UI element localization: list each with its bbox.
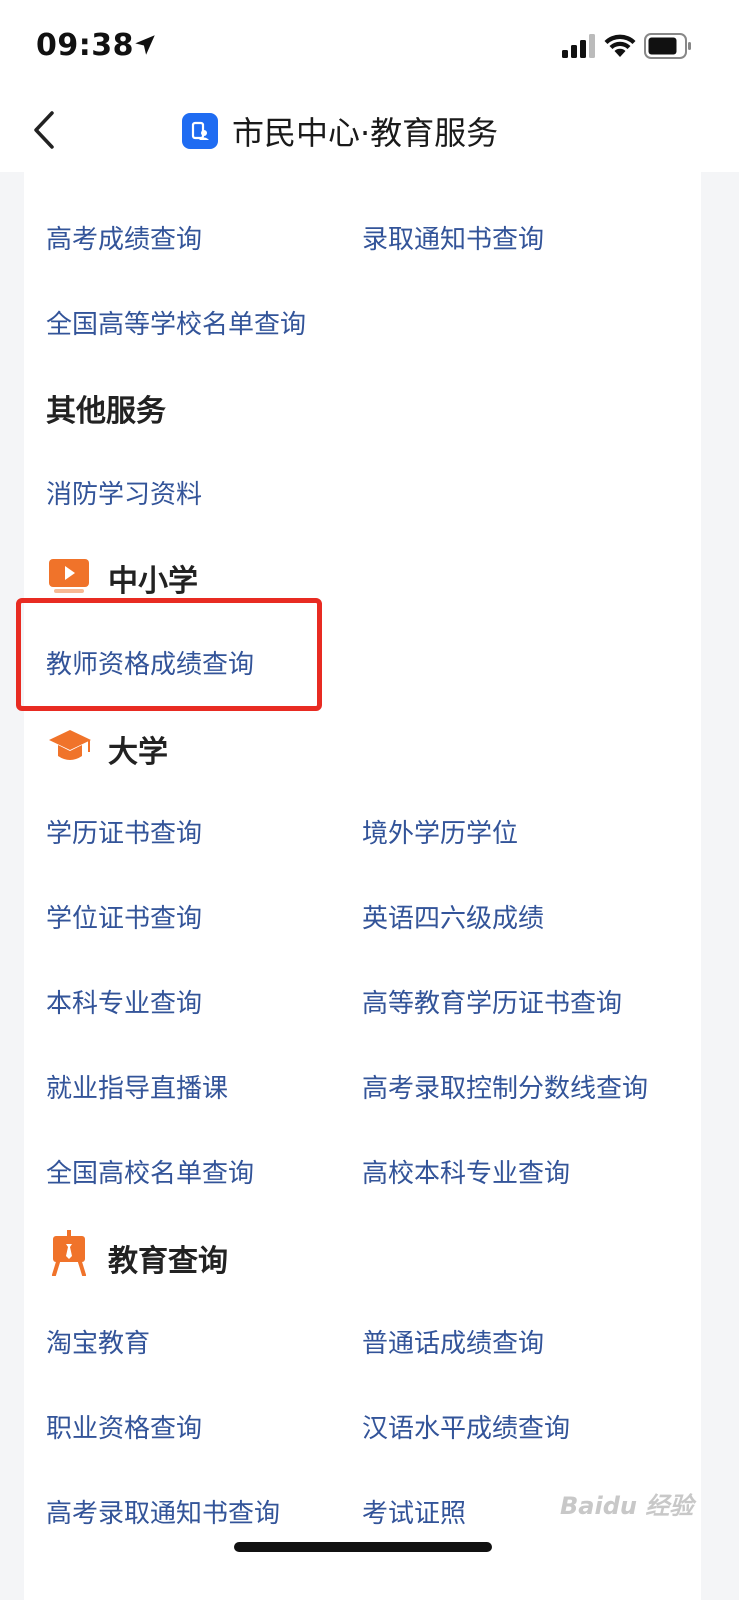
service-link[interactable]: 英语四六级成绩 [362, 898, 544, 935]
service-link[interactable]: 高考录取控制分数线查询 [362, 1068, 648, 1105]
chevron-left-icon [34, 111, 54, 149]
cellular-signal-icon [562, 34, 595, 58]
service-link[interactable]: 学历证书查询 [46, 813, 202, 850]
service-link[interactable]: 高校本科专业查询 [362, 1153, 570, 1190]
video-lesson-icon [49, 559, 89, 593]
service-link[interactable]: 淘宝教育 [46, 1323, 150, 1360]
section-heading-other-services: 其他服务 [46, 394, 166, 429]
citizen-center-app-icon [182, 113, 218, 149]
service-link[interactable]: 普通话成绩查询 [362, 1323, 544, 1360]
service-link[interactable]: 消防学习资料 [46, 474, 202, 511]
page-title: 市民中心·教育服务 [232, 114, 499, 152]
service-link[interactable]: 高等教育学历证书查询 [362, 983, 622, 1020]
location-arrow-icon [135, 35, 155, 55]
service-link[interactable]: 高考录取通知书查询 [46, 1493, 280, 1530]
graduation-cap-icon [49, 730, 91, 760]
section-heading-university: 大学 [108, 735, 168, 770]
services-card: 高考成绩查询 录取通知书查询 全国高等学校名单查询 其他服务 消防学习资料 中小… [24, 172, 701, 1600]
nav-title-group: 市民中心·教育服务 [182, 106, 498, 156]
certificate-board-icon [52, 1230, 86, 1276]
service-link[interactable]: 学位证书查询 [46, 898, 202, 935]
battery-icon [644, 33, 691, 59]
service-link[interactable]: 境外学历学位 [362, 813, 518, 850]
status-time: 09:38 [36, 28, 134, 63]
navigation-bar: 市民中心·教育服务 [0, 90, 739, 172]
section-heading-middle-school: 中小学 [108, 564, 198, 599]
section-heading-education-query: 教育查询 [108, 1244, 228, 1279]
service-link[interactable]: 全国高等学校名单查询 [46, 304, 306, 341]
service-link[interactable]: 汉语水平成绩查询 [362, 1408, 570, 1445]
status-bar: 09:38 [0, 0, 739, 90]
service-link[interactable]: 就业指导直播课 [46, 1068, 228, 1105]
service-link[interactable]: 全国高校名单查询 [46, 1153, 254, 1190]
highlight-annotation-box [16, 598, 322, 711]
back-button[interactable] [22, 104, 66, 156]
service-link[interactable]: 考试证照 [362, 1493, 466, 1530]
service-link[interactable]: 高考成绩查询 [46, 219, 202, 256]
home-indicator[interactable] [234, 1542, 492, 1552]
baidu-jingyan-watermark: Baidu 经验 [560, 1492, 694, 1520]
wifi-icon [604, 34, 636, 57]
service-link[interactable]: 本科专业查询 [46, 983, 202, 1020]
service-link[interactable]: 职业资格查询 [46, 1408, 202, 1445]
service-link[interactable]: 录取通知书查询 [362, 219, 544, 256]
